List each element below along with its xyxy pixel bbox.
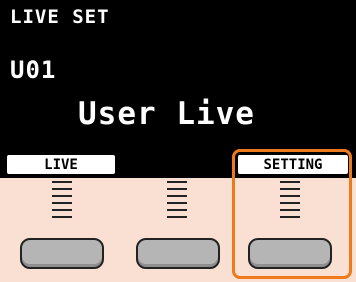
grip-lines-icon <box>167 181 187 231</box>
softkey-label-live: LIVE <box>7 155 115 174</box>
function-button-3[interactable] <box>248 238 332 269</box>
function-button-2[interactable] <box>136 238 220 269</box>
grip-lines-icon <box>280 181 300 231</box>
live-set-name: User Live <box>78 96 255 132</box>
softkey-label-setting: SETTING <box>238 155 348 174</box>
device-panel: LIVE SET U01 User Live LIVE SETTING <box>0 0 356 282</box>
function-button-1[interactable] <box>20 238 104 269</box>
live-set-number: U01 <box>10 56 57 84</box>
grip-lines-icon <box>52 181 72 231</box>
lcd-screen: LIVE SET U01 User Live LIVE SETTING <box>0 0 356 178</box>
screen-title: LIVE SET <box>10 6 110 28</box>
